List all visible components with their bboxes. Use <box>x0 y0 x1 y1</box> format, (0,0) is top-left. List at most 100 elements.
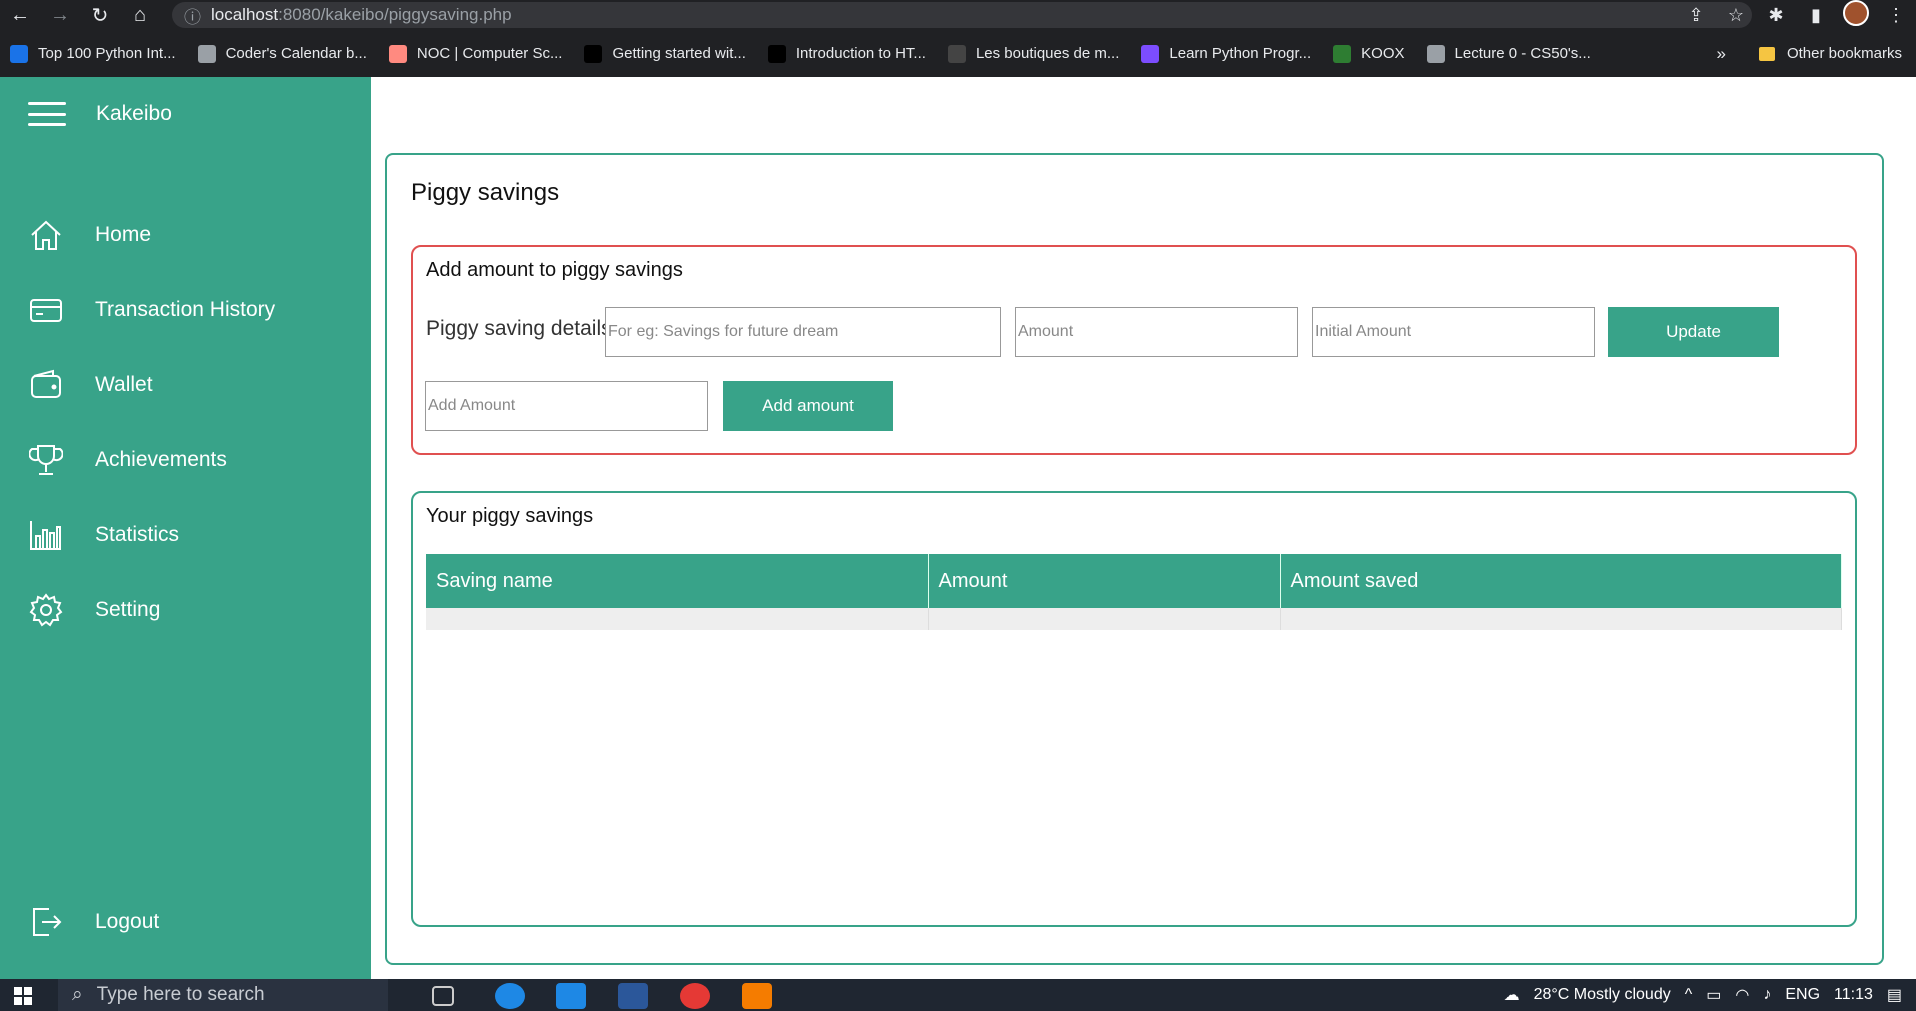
extensions-icon[interactable]: ✱ <box>1756 5 1796 26</box>
bookmark-item[interactable]: Lecture 0 - CS50's... <box>1426 44 1591 63</box>
task-view-icon[interactable] <box>432 986 454 1006</box>
sidepanel-icon[interactable]: ▮ <box>1796 5 1836 26</box>
bookmark-label: Les boutiques de m... <box>975 45 1120 62</box>
folder-icon <box>1758 46 1775 61</box>
trophy-icon <box>28 442 64 478</box>
amount-input[interactable] <box>1015 307 1298 357</box>
sidebar-item-setting[interactable]: Setting <box>28 592 160 628</box>
savings-table: Saving name Amount Amount saved <box>426 554 1842 630</box>
bookmark-favicon-icon <box>584 44 603 63</box>
bookmark-favicon-icon <box>1426 44 1445 63</box>
chrome-icon[interactable] <box>680 983 710 1009</box>
sidebar-item-transaction-history[interactable]: Transaction History <box>28 292 275 328</box>
add-section-title: Add amount to piggy savings <box>426 259 683 281</box>
search-placeholder: Type here to search <box>96 984 265 1005</box>
main-content: Piggy savings Add amount to piggy saving… <box>371 77 1916 979</box>
clock[interactable]: 11:13 <box>1834 986 1873 1004</box>
reload-icon[interactable]: ↻ <box>80 0 120 30</box>
bookmark-item[interactable]: KOOX <box>1333 44 1405 63</box>
bookmark-label: Lecture 0 - CS50's... <box>1454 45 1591 62</box>
address-bar[interactable]: ⓘ localhost:8080/kakeibo/piggysaving.php <box>172 2 1752 28</box>
bookmark-item[interactable]: Les boutiques de m... <box>947 44 1120 63</box>
table-row <box>426 608 1842 630</box>
add-amount-input[interactable] <box>425 381 708 431</box>
card-icon <box>28 292 64 328</box>
initial-amount-input[interactable] <box>1312 307 1595 357</box>
bar-chart-icon <box>28 517 64 553</box>
bookmark-favicon-icon <box>197 44 216 63</box>
sidebar-item-label: Logout <box>95 910 160 933</box>
table-cell <box>1280 608 1842 630</box>
share-icon[interactable]: ⇪ <box>1676 5 1716 26</box>
piggy-list-section: Your piggy savings Saving name Amount Am… <box>411 491 1857 927</box>
bookmark-favicon-icon <box>947 44 966 63</box>
home-browser-icon[interactable]: ⌂ <box>120 0 160 30</box>
add-amount-section: Add amount to piggy savings Piggy saving… <box>411 245 1857 455</box>
page-title: Piggy savings <box>411 179 560 206</box>
volume-icon: ♪ <box>1763 986 1772 1003</box>
notification-icon[interactable]: ▤ <box>1887 985 1902 1005</box>
xampp-icon[interactable] <box>742 983 772 1009</box>
taskbar-search[interactable]: ⌕ Type here to search <box>58 979 388 1011</box>
add-amount-button[interactable]: Add amount <box>723 381 893 431</box>
bookmark-item[interactable]: NOC | Computer Sc... <box>388 44 563 63</box>
back-icon[interactable]: ← <box>0 0 40 30</box>
update-button[interactable]: Update <box>1608 307 1779 357</box>
gear-icon <box>28 592 64 628</box>
bookmark-label: NOC | Computer Sc... <box>416 45 563 62</box>
windows-start-icon[interactable] <box>14 987 32 1005</box>
url-host: localhost <box>211 5 279 24</box>
info-icon: ⓘ <box>184 7 201 27</box>
bookmark-label: Introduction to HT... <box>795 45 926 62</box>
bookmark-label: Learn Python Progr... <box>1169 45 1312 62</box>
saving-name-input[interactable] <box>605 307 1001 357</box>
sidebar-item-home[interactable]: Home <box>28 217 151 253</box>
language-indicator[interactable]: ENG <box>1785 986 1820 1004</box>
star-icon[interactable]: ☆ <box>1716 5 1756 26</box>
url-path: :8080/kakeibo/piggysaving.php <box>278 5 512 24</box>
brand: Kakeibo <box>28 102 172 126</box>
sidebar-item-logout[interactable]: Logout <box>28 904 159 940</box>
sidebar-item-label: Statistics <box>95 523 180 546</box>
weather-text: 28°C Mostly cloudy <box>1533 986 1671 1003</box>
forward-icon[interactable]: → <box>40 0 80 30</box>
list-section-title: Your piggy savings <box>426 505 594 527</box>
bookmark-favicon-icon <box>388 44 407 63</box>
system-tray: ☁ 28°C Mostly cloudy ^ ▭ ◠ ♪ ENG 11:13 ▤ <box>1504 979 1916 1011</box>
column-header: Saving name <box>426 554 929 608</box>
sidebar-item-label: Achievements <box>95 448 227 471</box>
wifi-icon: ◠ <box>1735 987 1750 1004</box>
wallet-icon <box>28 367 64 403</box>
word-icon[interactable] <box>618 983 648 1009</box>
profile-avatar[interactable] <box>1836 0 1876 31</box>
search-icon: ⌕ <box>72 984 83 1005</box>
edge-icon[interactable] <box>495 983 525 1009</box>
menu-icon[interactable]: ⋮ <box>1876 5 1916 26</box>
logout-icon <box>28 904 64 940</box>
bookmark-label: KOOX <box>1361 45 1405 62</box>
tray-chevron-icon[interactable]: ^ <box>1685 986 1693 1004</box>
sidebar-item-label: Wallet <box>95 373 153 396</box>
weather-icon: ☁ <box>1503 987 1520 1004</box>
bookmarks-bar: Top 100 Python Int... Coder's Calendar b.… <box>0 30 1916 77</box>
column-header: Amount saved <box>1280 554 1842 608</box>
bookmark-label: Coder's Calendar b... <box>225 45 367 62</box>
home-icon <box>28 217 64 253</box>
bookmark-item[interactable]: Top 100 Python Int... <box>10 44 176 63</box>
taskbar: ⌕ Type here to search ☁ 28°C Mostly clou… <box>0 979 1916 1011</box>
bookmark-item[interactable]: Coder's Calendar b... <box>197 44 367 63</box>
details-label: Piggy saving details <box>426 317 612 340</box>
mail-icon[interactable] <box>556 983 586 1009</box>
sidebar-item-label: Home <box>95 223 152 246</box>
sidebar-item-wallet[interactable]: Wallet <box>28 367 153 403</box>
hamburger-icon[interactable] <box>28 102 66 126</box>
bookmark-item[interactable]: Getting started wit... <box>584 44 746 63</box>
sidebar-item-achievements[interactable]: Achievements <box>28 442 227 478</box>
bookmark-label: Getting started wit... <box>612 45 746 62</box>
other-bookmarks[interactable]: Other bookmarks <box>1758 45 1902 62</box>
sidebar-item-statistics[interactable]: Statistics <box>28 517 179 553</box>
bookmarks-more-button[interactable]: » <box>1717 44 1726 64</box>
bookmark-item[interactable]: Introduction to HT... <box>767 44 926 63</box>
bookmark-item[interactable]: Learn Python Progr... <box>1141 44 1312 63</box>
bookmark-label: Top 100 Python Int... <box>38 45 176 62</box>
